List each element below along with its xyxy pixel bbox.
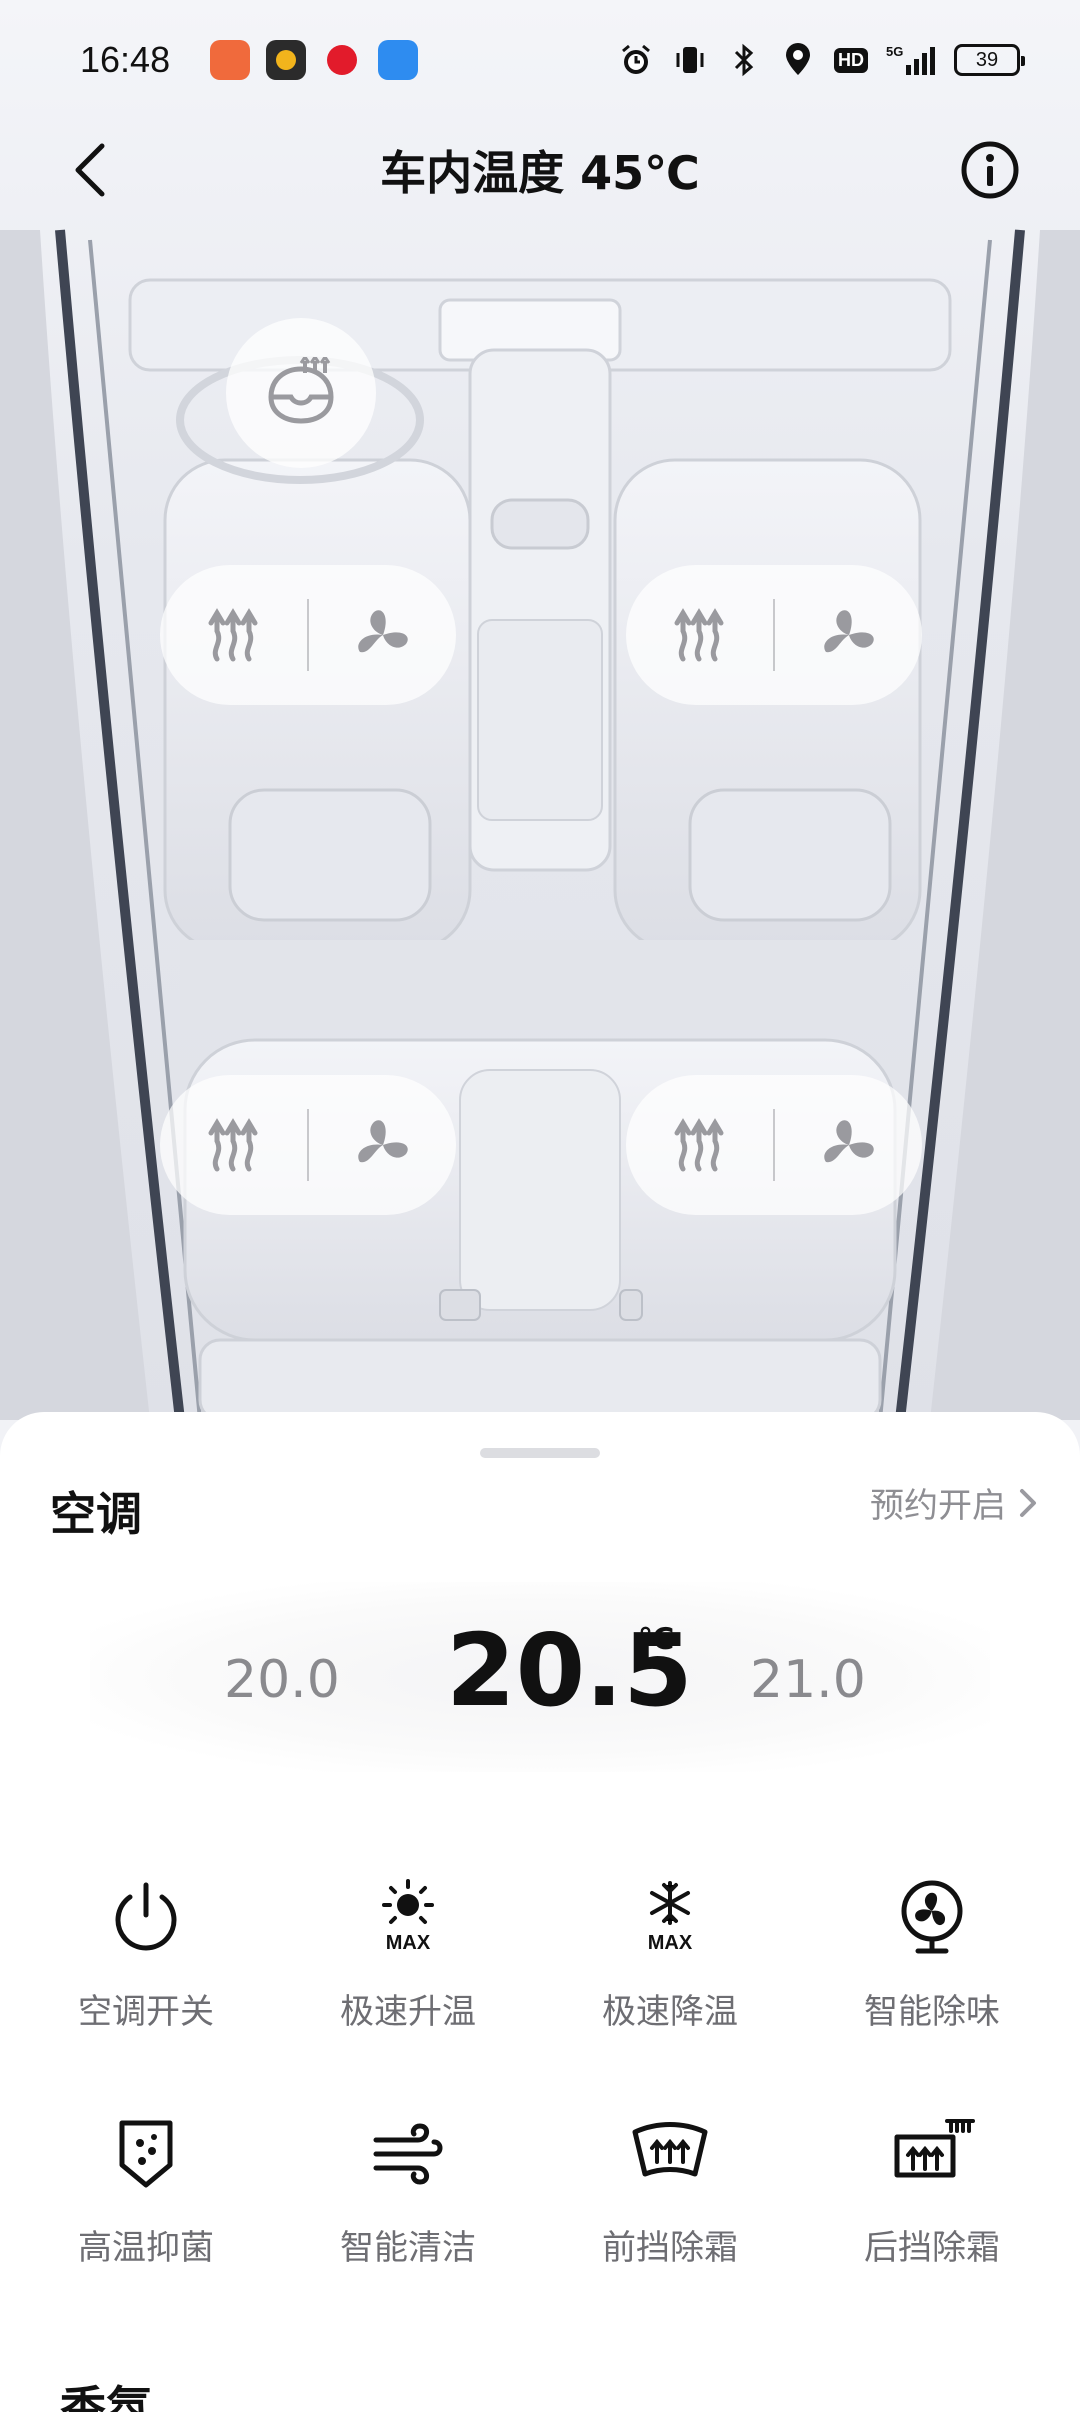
app-icon-4 xyxy=(378,40,419,80)
shield-icon xyxy=(119,2120,173,2188)
temperature-picker[interactable]: 20.0 20.5 ℃ 21.0 xyxy=(90,1582,990,1772)
function-label: 后挡除霜 xyxy=(864,2228,1000,2268)
schedule-start-link[interactable]: 预约开启 xyxy=(870,1478,1040,1527)
seat-heat-icon xyxy=(208,608,258,662)
temp-unit: ℃ xyxy=(638,1622,675,1657)
system-status-icons: HD 5G 39 xyxy=(618,42,1025,78)
steering-wheel-heat-button[interactable] xyxy=(226,318,376,468)
page-title: 车内温度 45℃ xyxy=(380,146,700,200)
app-icon-2 xyxy=(266,40,307,80)
temp-option-higher[interactable]: 21.0 xyxy=(750,1650,866,1710)
svg-text:MAX: MAX xyxy=(648,1932,693,1954)
seat-heat-icon xyxy=(674,608,724,662)
status-bar: 16:48 HD 5G 39 xyxy=(0,0,1080,120)
function-label: 高温抑菌 xyxy=(78,2228,214,2268)
app-icon-3 xyxy=(322,40,362,80)
front-defrost-icon xyxy=(632,2122,708,2177)
seat-control-driver xyxy=(160,565,456,705)
front-defrost-button[interactable]: 前挡除霜 xyxy=(539,2108,801,2308)
info-icon xyxy=(961,141,1019,199)
function-label: 前挡除霜 xyxy=(602,2228,738,2268)
ac-section-title: 空调 xyxy=(50,1487,142,1541)
function-label: 极速升温 xyxy=(340,1992,476,2032)
function-label: 智能清洁 xyxy=(340,2228,476,2268)
back-button[interactable] xyxy=(60,140,120,200)
network-type: 5G xyxy=(886,44,903,59)
function-label: 空调开关 xyxy=(78,1992,214,2032)
vibrate-icon xyxy=(672,42,708,78)
seat-heat-button[interactable] xyxy=(160,1075,307,1215)
seat-heat-button[interactable] xyxy=(160,565,307,705)
seat-control-rear-right xyxy=(626,1075,922,1215)
high-temp-sterilize-button[interactable]: 高温抑菌 xyxy=(15,2108,277,2308)
signal-icon: 5G xyxy=(886,42,936,78)
info-button[interactable] xyxy=(958,138,1022,202)
seat-ventilation-icon xyxy=(357,1120,408,1163)
rear-defrost-button[interactable]: 后挡除霜 xyxy=(801,2108,1063,2308)
power-icon xyxy=(115,1882,177,1951)
seat-ventilation-button[interactable] xyxy=(775,1075,922,1215)
seat-control-front-passenger xyxy=(626,565,922,705)
alarm-icon xyxy=(618,42,654,78)
rapid-heat-button[interactable]: MAX 极速升温 xyxy=(277,1872,539,2072)
seat-ventilation-icon xyxy=(357,610,408,653)
bluetooth-icon xyxy=(726,42,762,78)
seat-heat-button[interactable] xyxy=(626,1075,773,1215)
fragrance-section-title: 香氛 xyxy=(60,2381,152,2412)
function-label: 智能除味 xyxy=(864,1992,1000,2032)
seat-heat-icon xyxy=(674,1118,724,1172)
hd-badge: HD xyxy=(834,47,868,73)
ac-control-sheet: 空调 预约开启 20.0 20.5 ℃ 21.0 空调开关 MAX 极速升温 M… xyxy=(0,1412,1080,2412)
seat-ventilation-icon xyxy=(823,610,874,653)
location-icon xyxy=(780,42,816,78)
wind-icon xyxy=(373,2123,443,2185)
svg-text:MAX: MAX xyxy=(386,1932,431,1954)
fan-icon xyxy=(901,1880,963,1954)
schedule-label: 预约开启 xyxy=(870,1486,1006,1526)
function-label: 极速降温 xyxy=(602,1992,738,2032)
seat-heat-icon xyxy=(208,1118,258,1172)
chevron-left-icon xyxy=(75,143,105,197)
chevron-right-icon xyxy=(1020,1488,1036,1517)
temp-option-lower[interactable]: 20.0 xyxy=(224,1650,340,1710)
smart-clean-button[interactable]: 智能清洁 xyxy=(277,2108,539,2308)
steering-wheel-heat-icon xyxy=(268,357,334,424)
snow-max-icon: MAX xyxy=(648,1881,693,1954)
smart-deodorize-button[interactable]: 智能除味 xyxy=(801,1872,1063,2072)
seat-control-rear-left xyxy=(160,1075,456,1215)
notification-app-icons xyxy=(210,40,419,80)
status-time: 16:48 xyxy=(80,39,171,80)
rear-defrost-icon xyxy=(894,2119,975,2178)
battery-level: 39 xyxy=(975,48,999,71)
seat-ventilation-button[interactable] xyxy=(309,565,456,705)
seat-ventilation-button[interactable] xyxy=(309,1075,456,1215)
app-icon-1 xyxy=(210,40,251,80)
seat-ventilation-icon xyxy=(823,1120,874,1163)
ac-power-button[interactable]: 空调开关 xyxy=(15,1872,277,2072)
sun-max-icon: MAX xyxy=(382,1879,434,1954)
rapid-cool-button[interactable]: MAX 极速降温 xyxy=(539,1872,801,2072)
sheet-drag-handle[interactable] xyxy=(480,1448,600,1458)
seat-heat-button[interactable] xyxy=(626,565,773,705)
seat-ventilation-button[interactable] xyxy=(775,565,922,705)
battery-indicator: 39 xyxy=(954,44,1025,76)
page-header: 车内温度 45℃ xyxy=(0,120,1080,220)
